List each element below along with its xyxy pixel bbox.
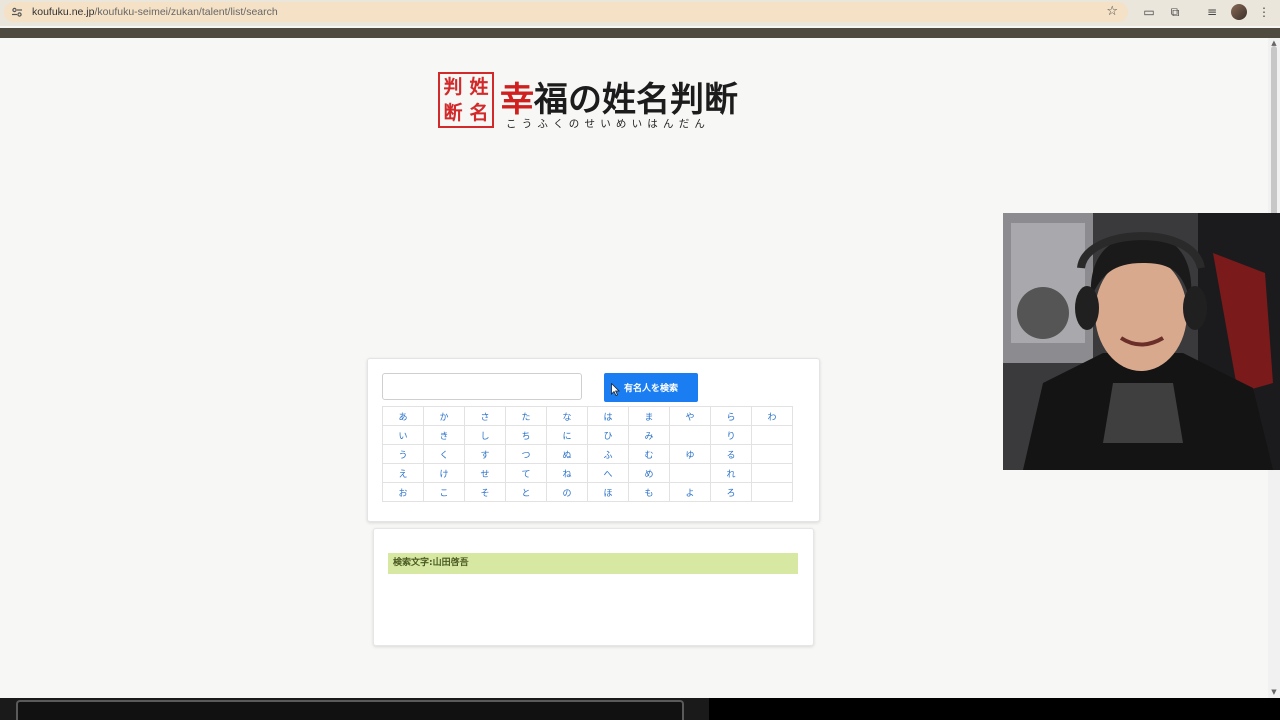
kana-row: えけせてねへめ れ: [382, 463, 793, 483]
address-bar[interactable]: koufuku.ne.jp/koufuku-seimei/zukan/talen…: [4, 2, 1128, 22]
logo-subtitle: こうふくのせいめいはんだん: [506, 118, 711, 130]
puzzle-extensions-icon[interactable]: ⧉: [1167, 4, 1183, 20]
kana-link[interactable]: た: [505, 406, 547, 426]
bookmark-star-icon[interactable]: ☆: [1106, 4, 1118, 19]
kana-link[interactable]: き: [423, 425, 465, 445]
kana-link[interactable]: あ: [382, 406, 424, 426]
site-logo[interactable]: 判 姓 断 名 幸福の姓名判断 こうふくのせいめいはんだん: [438, 72, 758, 132]
seal-char: 名: [469, 101, 489, 124]
kana-link[interactable]: ち: [505, 425, 547, 445]
kana-link[interactable]: う: [382, 444, 424, 464]
search-result-panel: 検索文字:山田啓吾: [373, 528, 814, 646]
kana-link[interactable]: ま: [628, 406, 670, 426]
kana-link[interactable]: や: [669, 406, 711, 426]
seal-char: 判: [443, 75, 463, 98]
kana-link[interactable]: め: [628, 463, 670, 483]
kana-link[interactable]: そ: [464, 482, 506, 502]
bottom-panel: [709, 698, 1280, 720]
kana-link[interactable]: ぬ: [546, 444, 588, 464]
scroll-down-icon[interactable]: ▼: [1270, 688, 1278, 696]
kana-link[interactable]: む: [628, 444, 670, 464]
browser-toolbar: koufuku.ne.jp/koufuku-seimei/zukan/talen…: [0, 0, 1280, 26]
kana-row: いきしちにひみ り: [382, 425, 793, 445]
kana-link[interactable]: よ: [669, 482, 711, 502]
kana-row: うくすつぬふむゆる: [382, 444, 793, 464]
kana-link[interactable]: ろ: [710, 482, 752, 502]
kana-link[interactable]: く: [423, 444, 465, 464]
kana-link[interactable]: な: [546, 406, 588, 426]
kana-link[interactable]: ね: [546, 463, 588, 483]
kana-link[interactable]: み: [628, 425, 670, 445]
kana-index-table: あかさたなはまやらわいきしちにひみりうくすつぬふむゆるえけせてねへめれおこそとの…: [382, 406, 793, 502]
logo-title-accent: 幸: [500, 80, 534, 120]
url-path: /koufuku-seimei/zukan/talent/list/search: [94, 6, 278, 18]
url-text: koufuku.ne.jp/koufuku-seimei/zukan/talen…: [32, 6, 278, 18]
scrollbar-thumb[interactable]: [1271, 46, 1277, 216]
kana-link[interactable]: も: [628, 482, 670, 502]
kana-link[interactable]: せ: [464, 463, 506, 483]
kana-empty-cell: [669, 425, 711, 445]
reading-list-icon[interactable]: ≡: [1204, 4, 1220, 20]
seal-char: 断: [443, 101, 463, 124]
kana-link[interactable]: と: [505, 482, 547, 502]
search-input[interactable]: [382, 373, 582, 400]
kana-link[interactable]: す: [464, 444, 506, 464]
kana-empty-cell: [751, 444, 793, 464]
profile-avatar-icon[interactable]: [1231, 4, 1247, 20]
kana-empty-cell: [751, 463, 793, 483]
kana-link[interactable]: は: [587, 406, 629, 426]
kana-link[interactable]: に: [546, 425, 588, 445]
kana-link[interactable]: い: [382, 425, 424, 445]
toolbar-divider: [0, 28, 1280, 38]
kana-link[interactable]: こ: [423, 482, 465, 502]
kana-empty-cell: [669, 463, 711, 483]
kana-link[interactable]: か: [423, 406, 465, 426]
kana-link[interactable]: え: [382, 463, 424, 483]
kana-link[interactable]: し: [464, 425, 506, 445]
logo-title-rest: 福の姓名判断: [534, 80, 738, 120]
kana-link[interactable]: り: [710, 425, 752, 445]
extension-icon[interactable]: ▭: [1141, 4, 1157, 20]
kana-link[interactable]: さ: [464, 406, 506, 426]
kana-link[interactable]: ふ: [587, 444, 629, 464]
kana-row: おこそとのほもよろ: [382, 482, 793, 502]
kana-link[interactable]: ゆ: [669, 444, 711, 464]
kana-link[interactable]: る: [710, 444, 752, 464]
kana-link[interactable]: わ: [751, 406, 793, 426]
more-menu-icon[interactable]: ⋮: [1256, 4, 1272, 20]
kana-empty-cell: [751, 425, 793, 445]
kana-link[interactable]: ひ: [587, 425, 629, 445]
url-host: koufuku.ne.jp: [32, 6, 95, 18]
seal-char: 姓: [469, 75, 489, 98]
kana-link[interactable]: ほ: [587, 482, 629, 502]
logo-title: 幸福の姓名判断: [500, 72, 738, 121]
kana-link[interactable]: れ: [710, 463, 752, 483]
kana-link[interactable]: け: [423, 463, 465, 483]
bottom-window-frame: [16, 700, 684, 720]
kana-link[interactable]: ら: [710, 406, 752, 426]
kana-link[interactable]: の: [546, 482, 588, 502]
site-info-icon[interactable]: [10, 5, 24, 19]
kana-row: あかさたなはまやらわ: [382, 406, 793, 426]
kana-link[interactable]: お: [382, 482, 424, 502]
kana-link[interactable]: て: [505, 463, 547, 483]
kana-link[interactable]: つ: [505, 444, 547, 464]
kana-empty-cell: [751, 482, 793, 502]
search-panel: 有名人を検索 あかさたなはまやらわいきしちにひみりうくすつぬふむゆるえけせてねへ…: [367, 358, 820, 522]
webcam-overlay: [1003, 213, 1280, 470]
seal-icon: 判 姓 断 名: [438, 72, 494, 128]
kana-link[interactable]: へ: [587, 463, 629, 483]
celebrity-search-button[interactable]: 有名人を検索: [604, 373, 698, 402]
search-term-banner: 検索文字:山田啓吾: [388, 553, 798, 574]
